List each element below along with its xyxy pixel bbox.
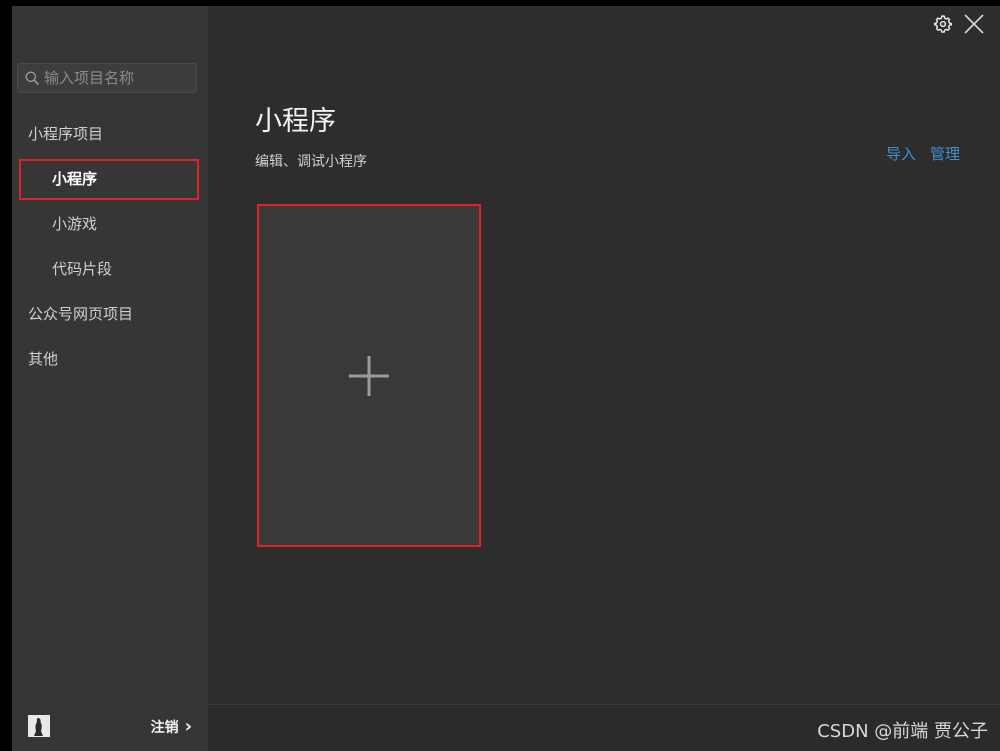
sidebar-item-label: 小程序项目	[28, 125, 104, 143]
sidebar-footer: 注销 ›	[12, 705, 208, 751]
sidebar-item-minigame[interactable]: 小游戏	[12, 204, 208, 244]
search-box[interactable]	[17, 63, 197, 93]
sidebar-item-label: 小游戏	[52, 215, 98, 233]
sidebar: 小程序项目 小程序 小游戏 代码片段 公众号网页项目 其他 注销	[12, 6, 208, 751]
logout-label: 注销	[150, 720, 179, 736]
import-link[interactable]: 导入	[886, 143, 916, 164]
app-window: 小程序项目 小程序 小游戏 代码片段 公众号网页项目 其他 注销	[12, 6, 1000, 751]
page-subtitle: 编辑、调试小程序	[255, 154, 367, 170]
chevron-right-icon: ›	[184, 716, 192, 737]
watermark: CSDN @前端 贾公子	[817, 721, 988, 742]
sidebar-item-miniprogram-projects[interactable]: 小程序项目	[12, 114, 208, 154]
logout-button[interactable]: 注销 ›	[151, 717, 192, 737]
sidebar-item-official-account-web[interactable]: 公众号网页项目	[12, 294, 208, 334]
sidebar-item-label: 其他	[28, 350, 59, 368]
sidebar-item-label: 小程序	[52, 170, 98, 188]
page-title: 小程序	[255, 106, 336, 137]
sidebar-item-code-snippets[interactable]: 代码片段	[12, 249, 208, 289]
avatar-icon	[28, 715, 50, 737]
sidebar-item-label: 公众号网页项目	[28, 305, 134, 323]
sidebar-item-other[interactable]: 其他	[12, 339, 208, 379]
search-icon	[25, 71, 39, 85]
search-input[interactable]	[44, 64, 192, 92]
header-actions: 导入 管理	[886, 143, 960, 164]
new-project-card[interactable]	[259, 206, 479, 545]
close-icon[interactable]	[963, 13, 985, 35]
main-panel: 小程序 编辑、调试小程序 导入 管理 CSDN @前端 贾公子	[208, 6, 1000, 751]
bottom-bar: CSDN @前端 贾公子	[208, 704, 1000, 751]
gear-icon[interactable]	[934, 15, 952, 33]
sidebar-item-miniprogram[interactable]: 小程序	[12, 159, 208, 199]
avatar[interactable]	[28, 715, 50, 737]
manage-link[interactable]: 管理	[930, 143, 960, 164]
plus-icon	[349, 356, 389, 396]
sidebar-item-label: 代码片段	[52, 260, 113, 278]
